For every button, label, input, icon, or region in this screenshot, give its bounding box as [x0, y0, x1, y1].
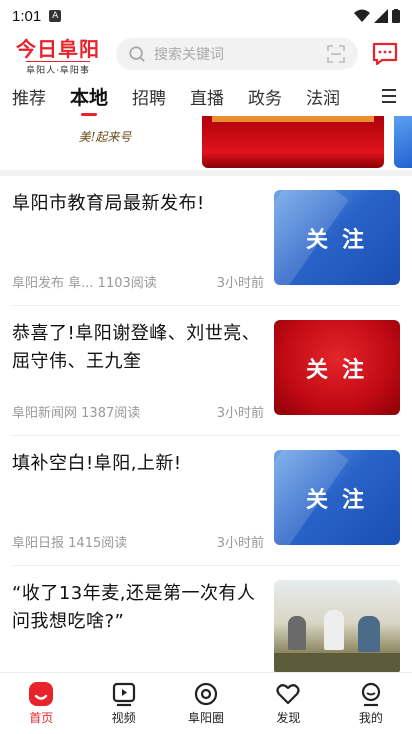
- status-bar: 1:01 A: [0, 0, 412, 32]
- nav-home[interactable]: 首页: [0, 673, 82, 734]
- nav-profile[interactable]: 我的: [330, 673, 412, 734]
- news-time: 3小时前: [216, 406, 264, 421]
- news-reads: 1415阅读: [68, 536, 128, 551]
- thumbnail-label: 关注: [305, 227, 378, 253]
- news-reads: 1103阅读: [97, 276, 157, 291]
- news-title: 恭喜了!阜阳谢登峰、刘世亮、屈守伟、王九奎: [12, 323, 261, 372]
- battery-icon: [392, 9, 400, 23]
- search-placeholder: 搜索关键词: [154, 47, 224, 63]
- news-meta: 阜阳日报 1415阅读 3小时前: [12, 532, 264, 551]
- tab-menu-icon[interactable]: [376, 84, 404, 108]
- nav-home-label: 首页: [29, 711, 54, 725]
- news-thumbnail: 关注: [274, 190, 400, 285]
- search-input[interactable]: 搜索关键词: [116, 38, 358, 70]
- logo-subtitle: 阜阳人·阜阳事: [26, 60, 90, 76]
- list-item[interactable]: 阜阳市教育局最新发布! 阜阳发布 阜... 1103阅读 3小时前 关注: [12, 176, 400, 306]
- banner-red-card[interactable]: [202, 116, 384, 168]
- app-logo[interactable]: 今日阜阳 阜阳人·阜阳事: [10, 33, 106, 76]
- nav-discover-label: 发现: [276, 711, 301, 725]
- bottom-navigation: 首页 视频 阜阳圈 发现 我的: [0, 672, 412, 734]
- chat-bubble-icon: [372, 42, 398, 66]
- banner-left-text: 美!起来号: [78, 129, 132, 144]
- profile-icon: [361, 682, 380, 707]
- tab-jobs[interactable]: 招聘: [132, 84, 166, 109]
- status-indicators: [354, 9, 400, 23]
- news-photo-thumbnail: [274, 580, 400, 675]
- news-time: 3小时前: [216, 276, 264, 291]
- nav-video-label: 视频: [111, 711, 136, 725]
- tab-government[interactable]: 政务: [248, 84, 282, 109]
- news-thumbnail: 关注: [274, 320, 400, 415]
- banner-left-logo: 美!起来号: [50, 116, 160, 156]
- top-bar: 今日阜阳 阜阳人·阜阳事 搜索关键词: [0, 32, 412, 76]
- tab-law[interactable]: 法润: [306, 84, 340, 109]
- thumbnail-label: 关注: [305, 357, 378, 383]
- tab-live[interactable]: 直播: [190, 84, 224, 109]
- list-item[interactable]: 恭喜了!阜阳谢登峰、刘世亮、屈守伟、王九奎 阜阳新闻网 1387阅读 3小时前 …: [12, 306, 400, 436]
- news-source: 阜阳发布 阜...: [12, 276, 94, 291]
- nav-video[interactable]: 视频: [82, 673, 164, 734]
- news-title: 阜阳市教育局最新发布!: [12, 193, 205, 214]
- nav-circle-label: 阜阳圈: [188, 711, 225, 725]
- message-button[interactable]: [368, 37, 402, 71]
- news-source: 阜阳新闻网: [12, 406, 78, 421]
- notification-a-icon: A: [49, 10, 62, 22]
- nav-circle[interactable]: 阜阳圈: [165, 673, 247, 734]
- tab-local[interactable]: 本地: [70, 83, 108, 110]
- heart-icon: [276, 684, 301, 705]
- signal-icon: [374, 9, 388, 23]
- news-title: “收了13年麦,还是第一次有人问我想吃啥?”: [12, 583, 256, 632]
- home-icon: [29, 682, 54, 706]
- news-thumbnail: 关注: [274, 450, 400, 545]
- channel-tabs: 推荐 本地 招聘 直播 政务 法润: [0, 76, 412, 116]
- news-feed: 阜阳市教育局最新发布! 阜阳发布 阜... 1103阅读 3小时前 关注 恭喜了…: [0, 176, 412, 675]
- wifi-icon: [354, 9, 370, 22]
- thumbnail-label: 关注: [305, 487, 378, 513]
- tab-recommend[interactable]: 推荐: [12, 84, 46, 109]
- logo-title: 今日阜阳: [16, 36, 100, 61]
- list-item[interactable]: 填补空白!阜阳,上新! 阜阳日报 1415阅读 3小时前 关注: [12, 436, 400, 566]
- news-reads: 1387阅读: [81, 406, 141, 421]
- nav-discover[interactable]: 发现: [247, 673, 329, 734]
- status-time: 1:01: [12, 7, 42, 25]
- nav-profile-label: 我的: [358, 711, 383, 725]
- news-title: 填补空白!阜阳,上新!: [12, 453, 182, 474]
- video-icon: [112, 682, 135, 707]
- banner-blue-card[interactable]: [394, 116, 412, 168]
- search-icon: [129, 46, 145, 62]
- news-meta: 阜阳新闻网 1387阅读 3小时前: [12, 402, 264, 421]
- circle-icon: [194, 682, 218, 706]
- news-time: 3小时前: [216, 536, 264, 551]
- list-item[interactable]: “收了13年麦,还是第一次有人问我想吃啥?”: [12, 566, 400, 675]
- news-source: 阜阳日报: [12, 536, 65, 551]
- news-meta: 阜阳发布 阜... 1103阅读 3小时前: [12, 272, 264, 291]
- scan-icon[interactable]: [326, 44, 346, 64]
- banner-carousel[interactable]: 美!起来号: [0, 116, 412, 176]
